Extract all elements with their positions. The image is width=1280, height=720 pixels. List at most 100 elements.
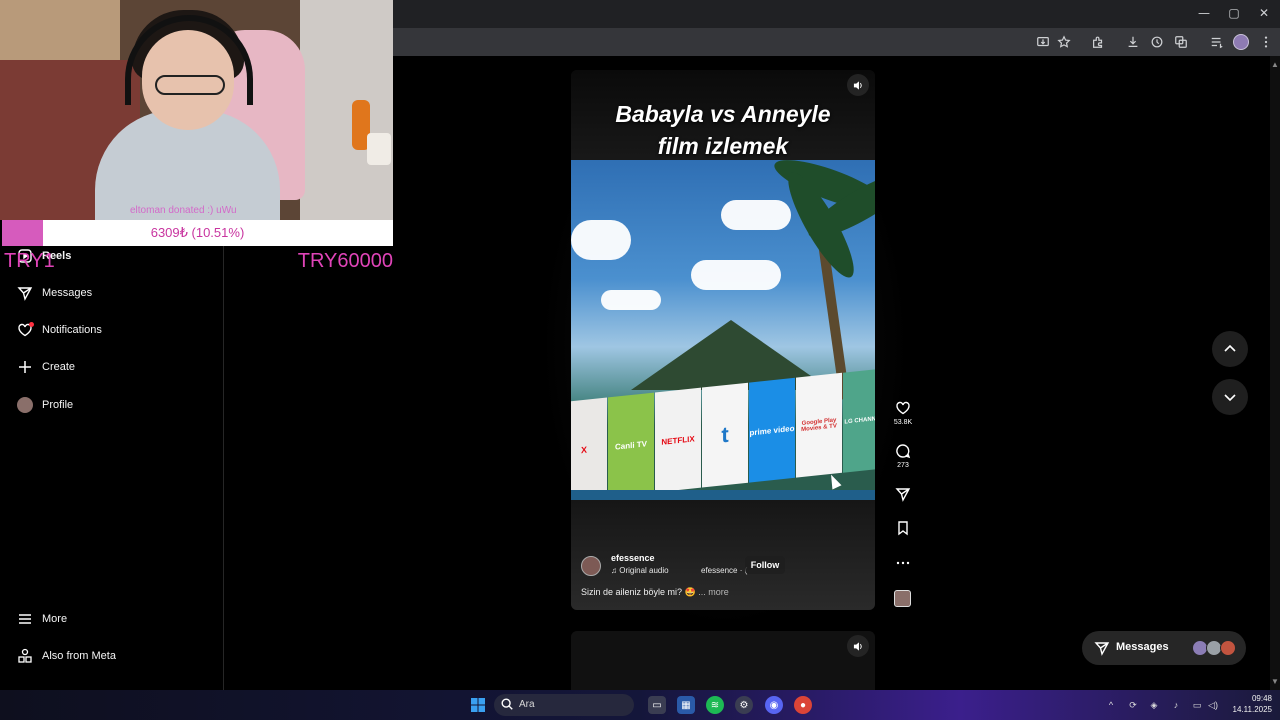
app-tile: Google Play Movies & TV xyxy=(796,372,842,478)
comment-icon xyxy=(896,444,911,459)
instagram-sidebar: Reels Messages Notifications Create Prof… xyxy=(0,246,224,690)
bookmark-star-icon[interactable] xyxy=(1055,33,1073,51)
download-icon[interactable] xyxy=(1124,33,1142,51)
taskbar-clock[interactable]: 09:48 14.11.2025 xyxy=(1226,693,1272,715)
sidebar-item-also-from-meta[interactable]: Also from Meta xyxy=(0,641,224,671)
send-icon xyxy=(1094,642,1110,656)
next-reel-button[interactable] xyxy=(1212,379,1248,415)
sidebar-item-messages[interactable]: Messages xyxy=(0,278,224,308)
send-icon xyxy=(16,284,34,302)
send-icon xyxy=(895,488,911,502)
follow-button[interactable]: Follow xyxy=(745,556,785,574)
reel-author-avatar[interactable] xyxy=(581,556,601,576)
heart-icon xyxy=(896,401,910,415)
chrome-icon[interactable]: ● xyxy=(794,696,812,714)
app-tile: prime video xyxy=(749,377,795,483)
history-icon[interactable] xyxy=(1148,33,1166,51)
scroll-down-arrow-icon[interactable]: ▼ xyxy=(1271,677,1279,686)
reel-title-line-2: film izlemek xyxy=(657,133,789,159)
reel-caption: Sizin de aileniz böyle mi? 🤩 ... more xyxy=(581,587,729,598)
reel-video[interactable]: X Canli TV NETFLIX t prime video Google … xyxy=(571,70,875,610)
mute-toggle-icon[interactable] xyxy=(847,635,869,657)
app-tile: NETFLIX xyxy=(655,387,701,493)
avatar xyxy=(1220,640,1236,656)
chevron-up-icon xyxy=(1224,344,1236,352)
avatar xyxy=(16,396,34,414)
meta-apps-icon xyxy=(16,647,34,665)
ellipsis-icon xyxy=(896,561,910,565)
page-scrollbar[interactable] xyxy=(1270,56,1280,690)
app-tile: Canli TV xyxy=(608,392,654,498)
windows-start-icon[interactable] xyxy=(469,696,487,714)
minimize-button[interactable]: — xyxy=(1190,6,1218,20)
microphone-icon[interactable]: ♪ xyxy=(1169,698,1183,712)
goal-max-label: TRY60000 xyxy=(297,250,393,272)
comment-button[interactable]: 273 xyxy=(892,443,914,469)
sidebar-item-notifications[interactable]: Notifications xyxy=(0,315,224,345)
webcam-overlay: eltoman donated :) uWu xyxy=(0,0,393,220)
previous-reel-button[interactable] xyxy=(1212,331,1248,367)
app-tile: t xyxy=(702,382,748,488)
sidebar-item-label: Also from Meta xyxy=(42,650,116,662)
scroll-up-arrow-icon[interactable]: ▲ xyxy=(1271,60,1279,69)
menu-icon xyxy=(16,610,34,628)
steam-icon[interactable]: ⚙ xyxy=(735,696,753,714)
sidebar-item-label: Notifications xyxy=(42,324,102,336)
close-button[interactable]: ✕ xyxy=(1250,6,1278,20)
next-reel-preview[interactable] xyxy=(571,631,875,690)
plus-icon xyxy=(16,358,34,376)
reel-title-line-1: Babayla vs Anneyle xyxy=(615,101,831,127)
save-button[interactable] xyxy=(892,520,914,536)
tv-screen: X Canli TV NETFLIX t prime video Google … xyxy=(571,160,875,500)
clock-time: 09:48 xyxy=(1251,694,1272,703)
install-app-icon[interactable] xyxy=(1034,33,1052,51)
sidebar-item-label: Profile xyxy=(42,399,74,411)
maximize-button[interactable]: ▢ xyxy=(1220,6,1248,20)
app-tile: X xyxy=(571,397,607,500)
tray-chevron-up-icon[interactable]: ^ xyxy=(1104,698,1118,712)
like-button[interactable]: 53.8K xyxy=(892,400,914,426)
clock-date: 14.11.2025 xyxy=(1232,705,1272,714)
reel-author-username[interactable]: efessence xyxy=(611,553,655,563)
sidebar-item-more[interactable]: More xyxy=(0,604,224,634)
media-queue-icon[interactable] xyxy=(1208,33,1226,51)
steam-tray-icon[interactable]: ◈ xyxy=(1147,698,1161,712)
share-button[interactable] xyxy=(892,486,914,502)
taskbar-search-box[interactable] xyxy=(494,694,634,716)
sidebar-item-create[interactable]: Create xyxy=(0,352,224,382)
donation-goal-bar: 6309₺ (10.51%) xyxy=(2,220,393,246)
bookmark-icon xyxy=(898,521,908,536)
search-icon xyxy=(501,698,513,710)
reel-audio-label[interactable]: ♫ Original audio xyxy=(611,566,669,575)
like-count: 53.8K xyxy=(893,419,913,426)
volume-icon[interactable]: ◁) xyxy=(1206,698,1220,712)
comment-count: 273 xyxy=(897,462,909,469)
sync-icon[interactable]: ⟳ xyxy=(1126,698,1140,712)
discord-icon[interactable]: ◉ xyxy=(765,696,783,714)
mute-toggle-icon[interactable] xyxy=(847,74,869,96)
more-options-button[interactable] xyxy=(892,555,914,571)
task-view-icon[interactable]: ▭ xyxy=(648,696,666,714)
goal-min-label: TRY1 xyxy=(4,250,55,272)
kebab-menu-icon[interactable] xyxy=(1257,33,1275,51)
donation-alert-text: eltoman donated :) uWu xyxy=(130,205,237,216)
translate-icon[interactable] xyxy=(1172,33,1190,51)
caption-more-link[interactable]: ... more xyxy=(698,587,729,597)
reel-caption-text: Sizin de aileniz böyle mi? 🤩 xyxy=(581,587,696,597)
audio-thumbnail[interactable] xyxy=(894,590,911,607)
windows-taskbar xyxy=(0,690,1280,720)
spotify-icon[interactable]: ≋ xyxy=(706,696,724,714)
sidebar-item-label: Create xyxy=(42,361,76,373)
messages-pill-label: Messages xyxy=(1116,641,1169,653)
extensions-icon[interactable] xyxy=(1089,33,1107,51)
app-tile: LG CHANNELS xyxy=(843,367,875,473)
browser-profile-avatar[interactable] xyxy=(1233,34,1249,50)
store-icon[interactable]: ▦ xyxy=(677,696,695,714)
reel-audio-author: efessence · ( xyxy=(701,566,748,575)
notification-dot xyxy=(29,322,34,327)
sidebar-item-label: More xyxy=(42,613,68,625)
sidebar-item-label: Messages xyxy=(42,287,93,299)
network-icon[interactable]: ▭ xyxy=(1190,698,1204,712)
sidebar-item-profile[interactable]: Profile xyxy=(0,390,224,420)
messages-pill-button[interactable]: Messages xyxy=(1082,631,1246,665)
